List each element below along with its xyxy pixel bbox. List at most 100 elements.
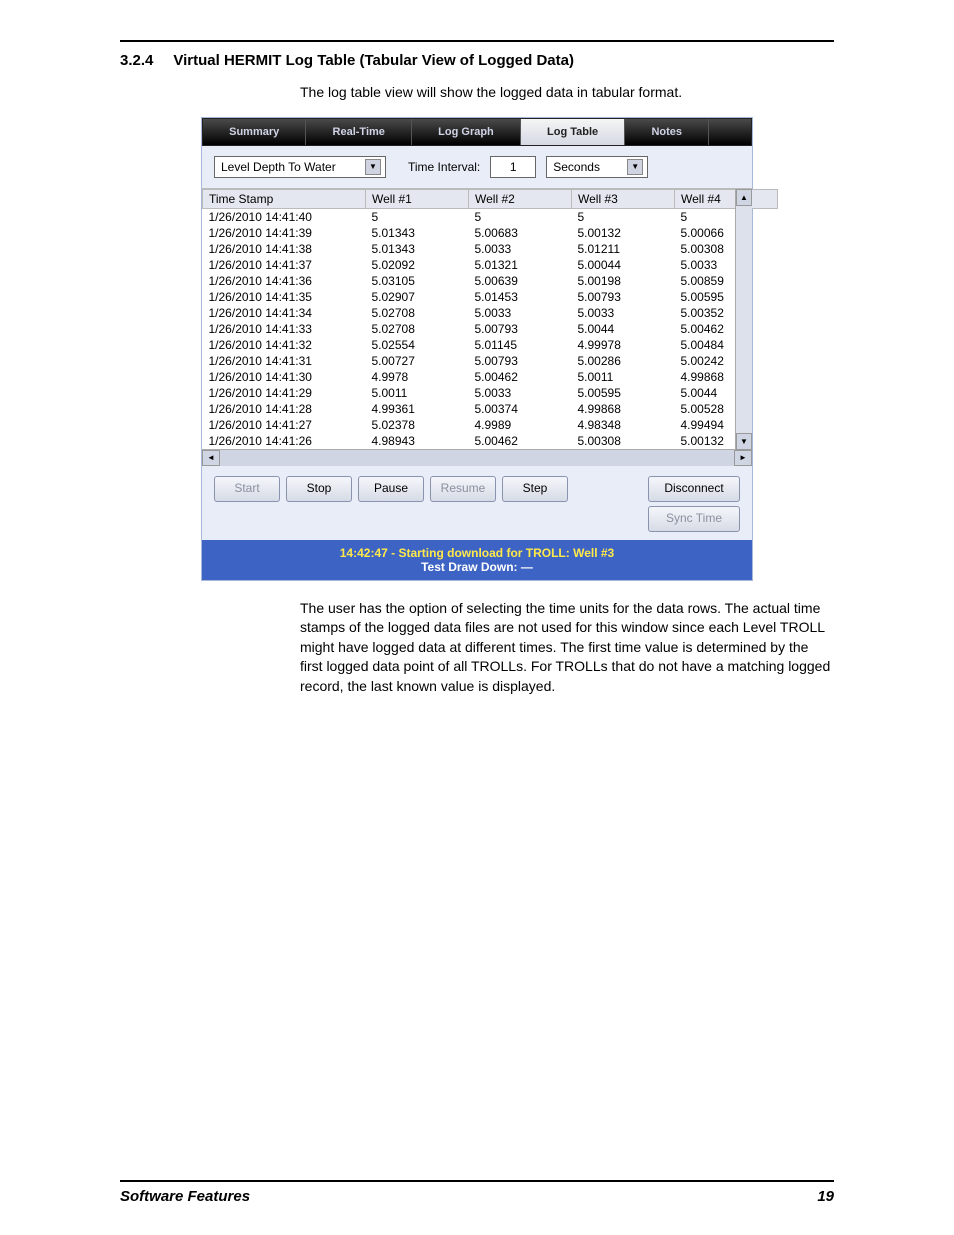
interval-input[interactable] [490, 156, 536, 178]
table-row: 1/26/2010 14:41:355.029075.014535.007935… [203, 289, 778, 305]
vertical-scrollbar[interactable]: ▲ ▼ [735, 189, 752, 450]
table-cell: 5.00793 [469, 353, 572, 369]
table-cell: 5.02554 [366, 337, 469, 353]
table-cell: 5.0033 [572, 305, 675, 321]
scroll-up-icon[interactable]: ▲ [736, 189, 752, 206]
table-cell: 5 [675, 208, 778, 225]
table-cell: 5.01145 [469, 337, 572, 353]
table-cell: 5.0033 [675, 257, 778, 273]
log-table: Time Stamp Well #1 Well #2 Well #3 Well … [202, 189, 778, 449]
table-cell: 5.01211 [572, 241, 675, 257]
col-timestamp[interactable]: Time Stamp [203, 189, 366, 208]
status-line2: Test Draw Down: — [206, 560, 748, 574]
table-cell: 5.00044 [572, 257, 675, 273]
tab-loggraph[interactable]: Log Graph [412, 119, 521, 145]
table-cell: 5.00595 [675, 289, 778, 305]
table-row: 1/26/2010 14:41:385.013435.00335.012115.… [203, 241, 778, 257]
table-cell: 5 [366, 208, 469, 225]
horizontal-scrollbar[interactable]: ◄ ► [202, 449, 752, 466]
table-cell: 4.99868 [675, 369, 778, 385]
table-cell: 5.00132 [572, 225, 675, 241]
dropdown-icon: ▼ [627, 159, 643, 175]
step-button[interactable]: Step [502, 476, 568, 502]
table-cell: 5.0033 [469, 385, 572, 401]
footer-page: 19 [817, 1188, 834, 1205]
resume-button[interactable]: Resume [430, 476, 496, 502]
scroll-right-icon[interactable]: ► [734, 450, 752, 466]
table-cell: 5.01321 [469, 257, 572, 273]
scroll-left-icon[interactable]: ◄ [202, 450, 220, 466]
table-cell: 5.02378 [366, 417, 469, 433]
table-cell: 5.00066 [675, 225, 778, 241]
table-cell: 1/26/2010 14:41:27 [203, 417, 366, 433]
table-cell: 5.0033 [469, 241, 572, 257]
table-row: 1/26/2010 14:41:275.023784.99894.983484.… [203, 417, 778, 433]
status-line1: 14:42:47 - Starting download for TROLL: … [206, 546, 748, 560]
pause-button[interactable]: Pause [358, 476, 424, 502]
table-cell: 1/26/2010 14:41:31 [203, 353, 366, 369]
table-cell: 4.9978 [366, 369, 469, 385]
table-cell: 1/26/2010 14:41:39 [203, 225, 366, 241]
table-cell: 1/26/2010 14:41:28 [203, 401, 366, 417]
table-cell: 1/26/2010 14:41:33 [203, 321, 366, 337]
interval-units-value: Seconds [553, 160, 600, 174]
table-cell: 4.99978 [572, 337, 675, 353]
table-cell: 5.02708 [366, 305, 469, 321]
stop-button[interactable]: Stop [286, 476, 352, 502]
tab-bar: Summary Real-Time Log Graph Log Table No… [202, 118, 752, 146]
table-cell: 5.00683 [469, 225, 572, 241]
table-cell: 5.00528 [675, 401, 778, 417]
table-cell: 4.99494 [675, 417, 778, 433]
tab-logtable[interactable]: Log Table [521, 119, 625, 145]
table-cell: 1/26/2010 14:41:35 [203, 289, 366, 305]
table-cell: 5.00727 [366, 353, 469, 369]
table-cell: 5.00352 [675, 305, 778, 321]
table-container: Time Stamp Well #1 Well #2 Well #3 Well … [202, 188, 752, 466]
tab-notes[interactable]: Notes [625, 119, 709, 145]
disconnect-button[interactable]: Disconnect [648, 476, 740, 502]
table-cell: 4.99868 [572, 401, 675, 417]
table-row: 1/26/2010 14:41:345.027085.00335.00335.0… [203, 305, 778, 321]
col-well2[interactable]: Well #2 [469, 189, 572, 208]
col-well1[interactable]: Well #1 [366, 189, 469, 208]
start-button[interactable]: Start [214, 476, 280, 502]
table-cell: 5.00462 [469, 433, 572, 449]
table-cell: 5.00308 [675, 241, 778, 257]
table-cell: 1/26/2010 14:41:26 [203, 433, 366, 449]
table-cell: 5.00374 [469, 401, 572, 417]
table-cell: 5.0033 [469, 305, 572, 321]
table-cell: 5.00308 [572, 433, 675, 449]
scroll-down-icon[interactable]: ▼ [736, 433, 752, 450]
status-bar: 14:42:47 - Starting download for TROLL: … [202, 540, 752, 580]
table-cell: 1/26/2010 14:41:40 [203, 208, 366, 225]
parameter-select[interactable]: Level Depth To Water ▼ [214, 156, 386, 178]
table-cell: 5.0044 [675, 385, 778, 401]
footer-section: Software Features [120, 1188, 250, 1205]
table-row: 1/26/2010 14:41:304.99785.004625.00114.9… [203, 369, 778, 385]
tab-summary[interactable]: Summary [203, 119, 306, 145]
section-number: 3.2.4 [120, 52, 153, 69]
table-cell: 1/26/2010 14:41:36 [203, 273, 366, 289]
col-well3[interactable]: Well #3 [572, 189, 675, 208]
table-row: 1/26/2010 14:41:264.989435.004625.003085… [203, 433, 778, 449]
col-well4[interactable]: Well #4 [675, 189, 778, 208]
table-cell: 5.00462 [675, 321, 778, 337]
table-cell: 5.0044 [572, 321, 675, 337]
table-cell: 1/26/2010 14:41:37 [203, 257, 366, 273]
table-cell: 1/26/2010 14:41:30 [203, 369, 366, 385]
table-cell: 4.9989 [469, 417, 572, 433]
tab-realtime[interactable]: Real-Time [306, 119, 412, 145]
sync-time-button[interactable]: Sync Time [648, 506, 740, 532]
table-cell: 5.02907 [366, 289, 469, 305]
table-cell: 5.00793 [572, 289, 675, 305]
table-row: 1/26/2010 14:41:395.013435.006835.001325… [203, 225, 778, 241]
table-row: 1/26/2010 14:41:365.031055.006395.001985… [203, 273, 778, 289]
tab-spacer [709, 119, 751, 145]
table-cell: 5.00132 [675, 433, 778, 449]
intro-text: The log table view will show the logged … [300, 83, 834, 103]
interval-units-select[interactable]: Seconds ▼ [546, 156, 648, 178]
table-cell: 1/26/2010 14:41:32 [203, 337, 366, 353]
outro-text: The user has the option of selecting the… [300, 599, 834, 697]
table-cell: 4.99361 [366, 401, 469, 417]
table-row: 1/26/2010 14:41:295.00115.00335.005955.0… [203, 385, 778, 401]
